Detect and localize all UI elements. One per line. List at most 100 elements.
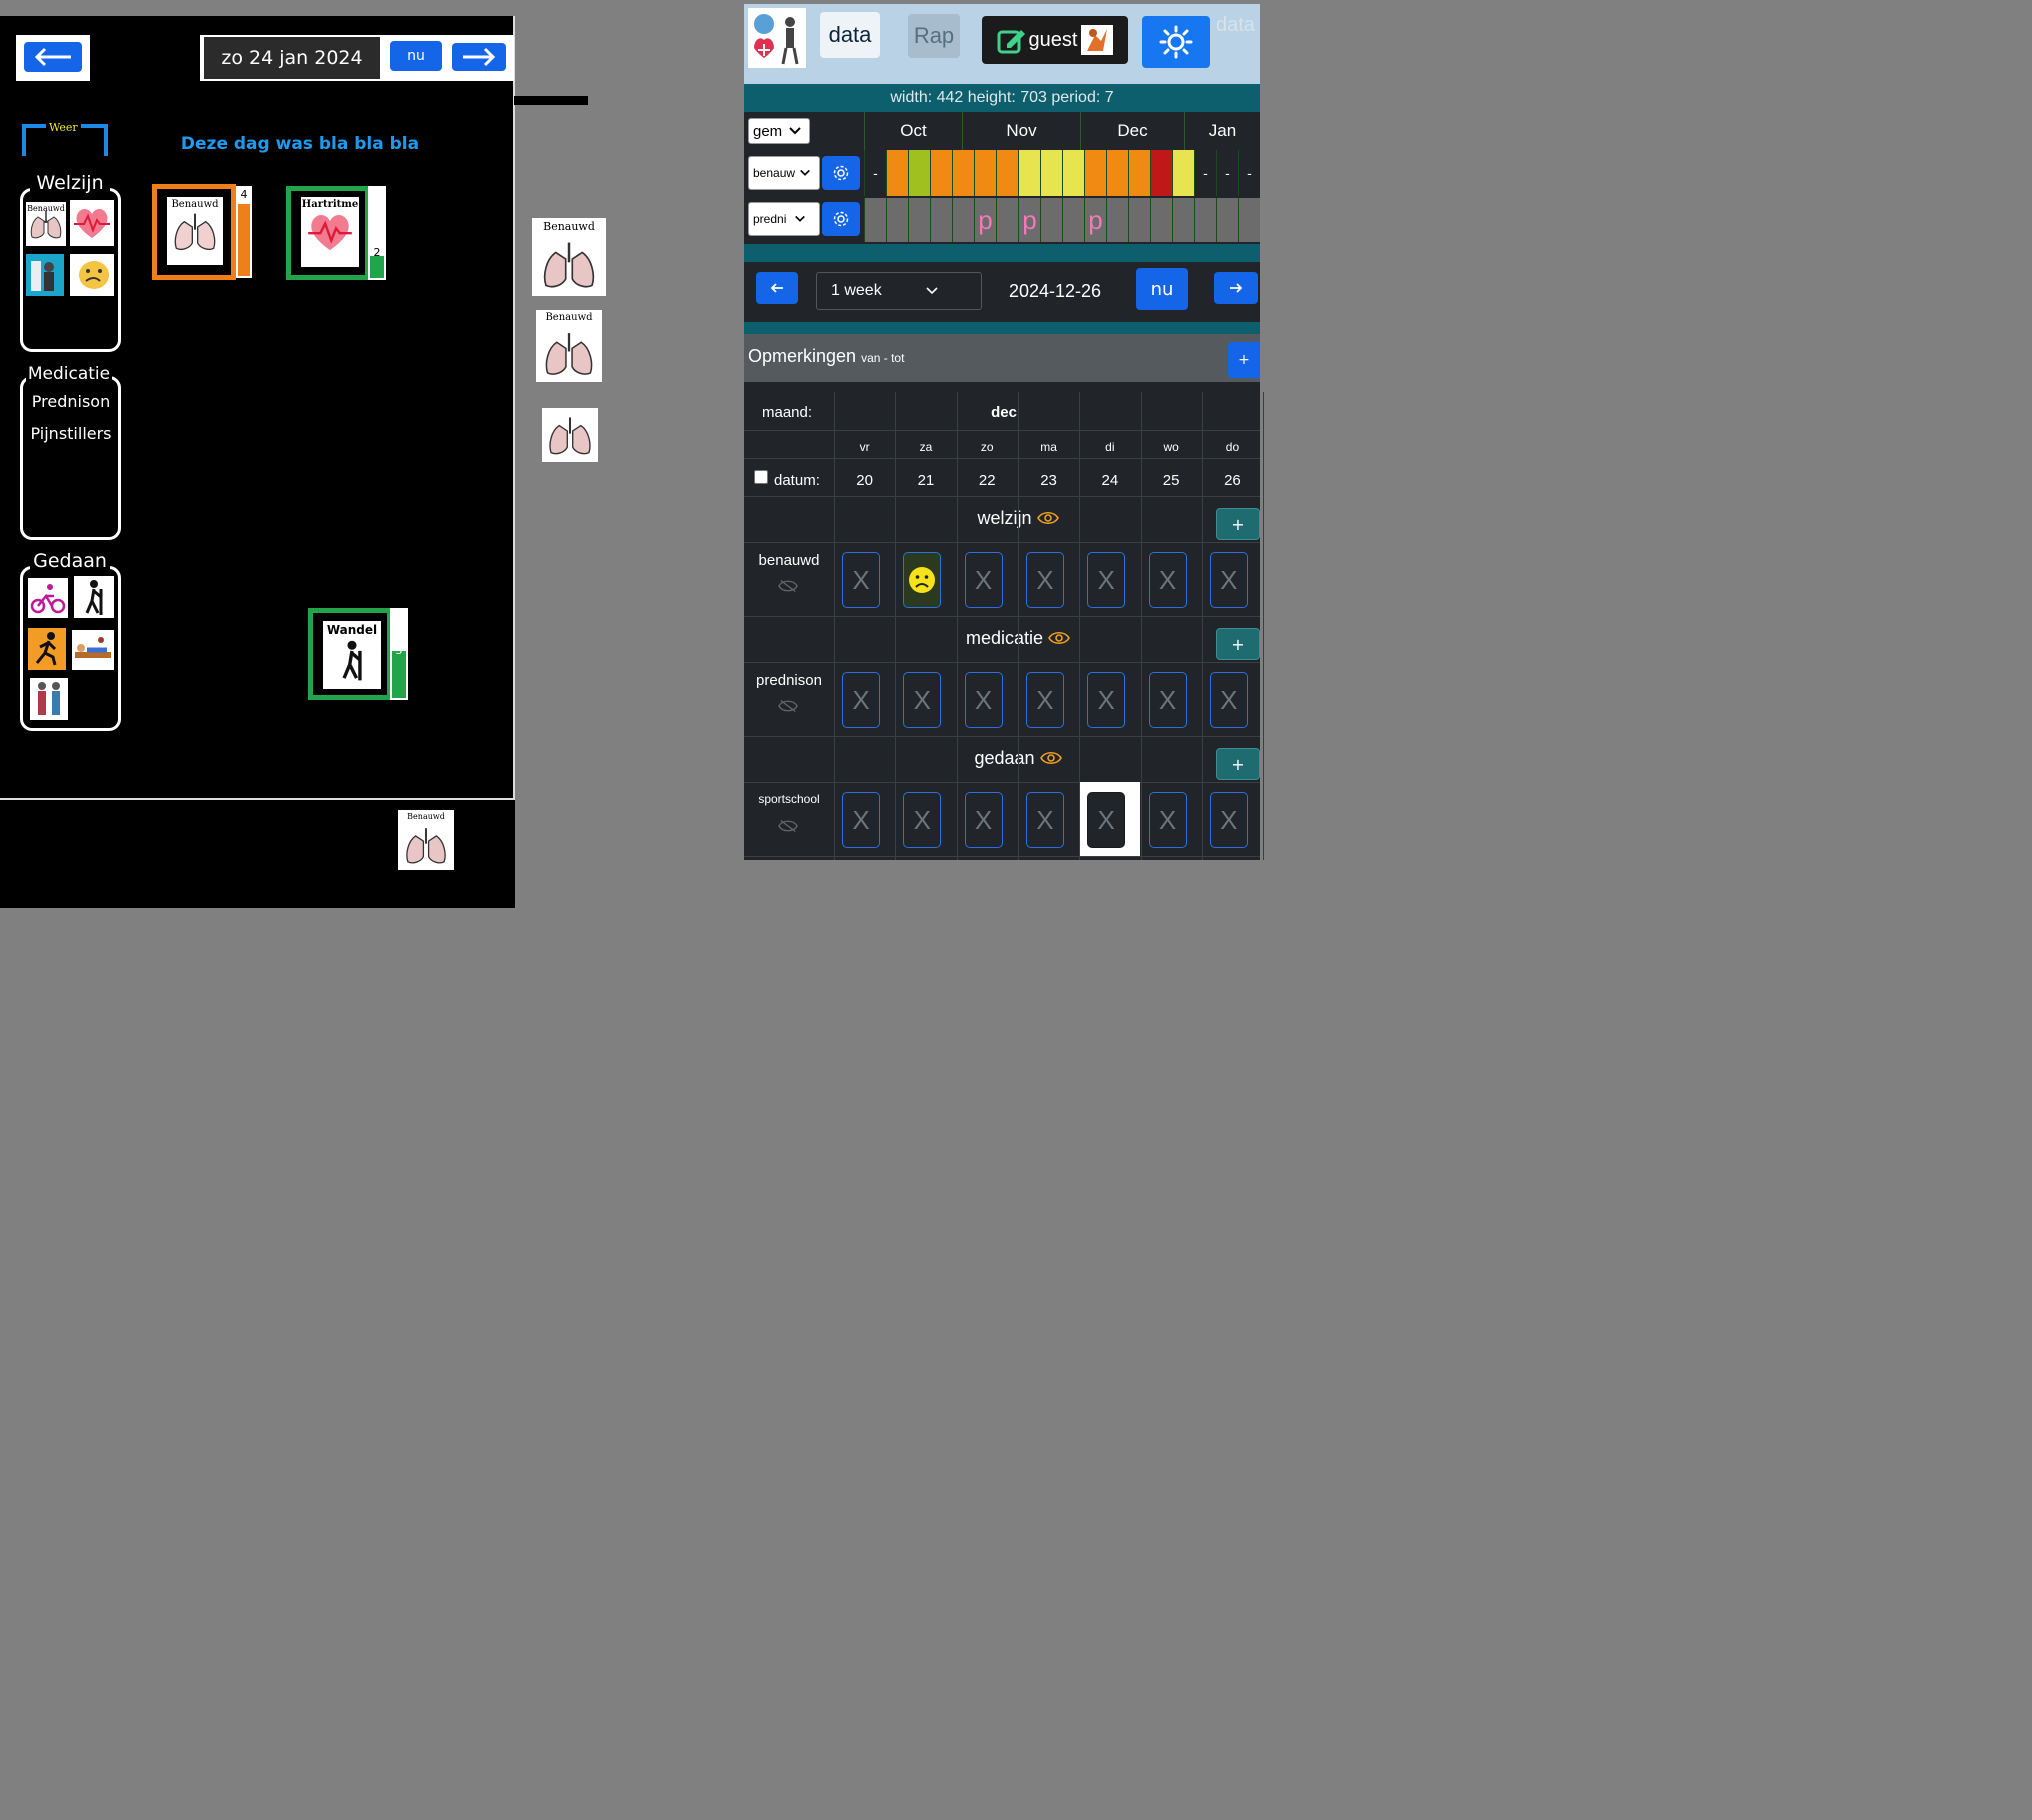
tab-data[interactable]: data xyxy=(820,12,880,58)
overview-cell xyxy=(864,198,886,242)
gear-icon xyxy=(833,211,849,227)
entry-cell[interactable]: X xyxy=(1087,792,1126,848)
overview-cell xyxy=(1172,198,1194,242)
lungs-icon[interactable]: Benauwd xyxy=(536,310,602,382)
lungs-icon[interactable]: Benauwd xyxy=(532,218,606,296)
entry-cell[interactable]: X xyxy=(1209,792,1248,848)
card-hartritme[interactable]: Hartritme xyxy=(286,186,370,280)
period-today-button[interactable]: nu xyxy=(1136,268,1188,310)
counter-wandel: 3 xyxy=(390,608,408,700)
medication-item-prednison[interactable]: Prednison xyxy=(24,392,118,411)
period-date[interactable]: 2024-12-26 xyxy=(990,272,1120,310)
add-item-button[interactable]: + xyxy=(1216,508,1260,540)
lungs-icon[interactable] xyxy=(542,408,598,462)
add-item-button[interactable]: + xyxy=(1216,748,1260,780)
row-divider xyxy=(744,430,1260,431)
date-label[interactable]: 20 xyxy=(834,472,895,489)
massage-icon[interactable] xyxy=(72,630,114,670)
guest-button[interactable]: guest xyxy=(982,16,1128,64)
eye-off-icon[interactable] xyxy=(778,698,800,714)
entry-cell[interactable]: X xyxy=(1148,552,1187,608)
prev-day-button[interactable] xyxy=(24,42,82,72)
add-remark-button[interactable]: + xyxy=(1228,342,1260,378)
counter-value: 3 xyxy=(395,644,403,657)
eye-off-icon[interactable] xyxy=(778,818,800,834)
entry-cell[interactable]: X xyxy=(903,672,942,728)
eye-off-icon[interactable] xyxy=(778,578,800,594)
date-label[interactable]: 22 xyxy=(957,472,1018,489)
heart-icon[interactable] xyxy=(70,200,114,246)
lungs-icon[interactable]: Benauwd xyxy=(398,810,454,870)
people-icon[interactable] xyxy=(30,678,68,720)
current-date: zo 24 jan 2024 xyxy=(204,37,380,79)
overview-row-benauwd: benauw ---- xyxy=(744,150,1260,198)
aggregate-select[interactable]: gem xyxy=(748,118,810,144)
select-all-checkbox[interactable] xyxy=(754,470,768,484)
section-title-text: medicatie xyxy=(965,628,1044,648)
entry-cell[interactable]: X xyxy=(842,672,880,728)
entry-cell[interactable]: X xyxy=(1148,672,1187,728)
bike-icon[interactable] xyxy=(28,578,68,618)
entry-cell[interactable]: X xyxy=(1209,552,1248,608)
period-select[interactable]: 1 week xyxy=(816,272,982,310)
entry-cell[interactable]: X xyxy=(903,792,942,848)
card-label: Wandel xyxy=(326,623,378,637)
today-button[interactable]: nu xyxy=(390,41,442,71)
overview-item-select[interactable]: predni xyxy=(748,202,820,236)
arrow-left-icon xyxy=(770,283,783,293)
lungs-icon[interactable]: Benauwd xyxy=(26,202,66,246)
size-info: width: 442 height: 703 period: 7 xyxy=(744,84,1260,112)
eye-icon[interactable] xyxy=(1048,629,1070,649)
weather-frame[interactable]: Weer xyxy=(22,121,108,156)
date-label[interactable]: 26 xyxy=(1202,472,1263,489)
tab-rap[interactable]: Rap xyxy=(908,14,960,58)
settings-button[interactable] xyxy=(822,156,860,190)
date-label[interactable]: 21 xyxy=(895,472,956,489)
shower-icon[interactable] xyxy=(26,254,64,296)
entry-cell[interactable]: X xyxy=(1025,672,1064,728)
settings-button[interactable] xyxy=(822,202,860,236)
date-label[interactable]: 24 xyxy=(1079,472,1140,489)
entry-cell[interactable]: X xyxy=(1025,792,1064,848)
entry-cell[interactable]: X xyxy=(964,552,1003,608)
sad-face-icon[interactable] xyxy=(903,552,942,608)
lungs-tile-label: Benauwd xyxy=(27,204,65,213)
floating-lungs-label: Benauwd xyxy=(407,812,445,821)
aggregate-value: gem xyxy=(753,122,783,140)
theme-toggle-button[interactable] xyxy=(1142,16,1210,68)
entry-cell[interactable]: X xyxy=(1148,792,1187,848)
entry-cell[interactable]: X xyxy=(842,552,880,608)
medication-item-pijnstillers[interactable]: Pijnstillers xyxy=(24,424,118,443)
overview-cell xyxy=(886,198,908,242)
eye-icon[interactable] xyxy=(1036,509,1059,529)
card-label: Benauwd xyxy=(171,199,219,210)
entry-cell[interactable]: X xyxy=(1209,672,1248,728)
card-wandel[interactable]: Wandel xyxy=(308,608,392,700)
next-period-button[interactable] xyxy=(1214,272,1258,304)
entry-cell[interactable]: X xyxy=(1087,552,1126,608)
hiking-icon[interactable] xyxy=(74,576,114,618)
date-label[interactable]: 23 xyxy=(1018,472,1079,489)
prev-period-button[interactable] xyxy=(756,272,798,304)
opmerkingen-bar: Opmerkingen van - tot + xyxy=(744,334,1260,382)
entry-cell[interactable]: X xyxy=(964,792,1003,848)
date-label[interactable]: 25 xyxy=(1141,472,1202,489)
period-value: 1 week xyxy=(831,282,882,299)
grid-column-line xyxy=(1140,392,1142,860)
running-icon[interactable] xyxy=(28,628,66,670)
entry-cell[interactable]: X xyxy=(842,792,880,848)
entry-cell[interactable]: X xyxy=(964,672,1003,728)
overview-item-select[interactable]: benauw xyxy=(748,156,820,190)
date-bar: zo 24 jan 2024 nu xyxy=(200,35,514,81)
edit-icon xyxy=(997,30,1025,54)
weekday-label: zo xyxy=(980,440,994,454)
card-benauwd[interactable]: Benauwd xyxy=(152,184,236,280)
chevron-down-icon xyxy=(789,127,801,135)
face-icon[interactable] xyxy=(70,254,114,296)
eye-icon[interactable] xyxy=(1039,749,1062,769)
add-item-button[interactable]: + xyxy=(1216,628,1260,660)
entry-cell[interactable]: X xyxy=(1025,552,1064,608)
entry-cell[interactable]: X xyxy=(1087,672,1126,728)
next-day-button[interactable] xyxy=(452,43,506,71)
grid-column-line xyxy=(1017,392,1019,860)
